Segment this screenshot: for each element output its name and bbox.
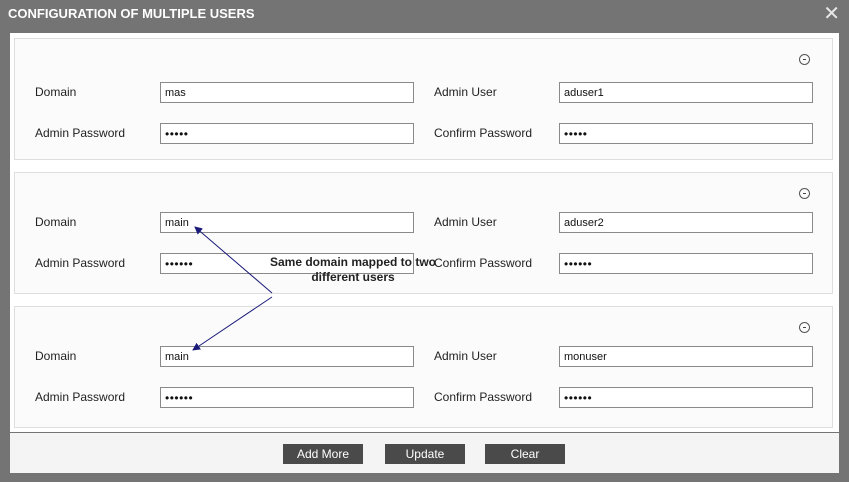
- close-icon[interactable]: ✕: [823, 3, 840, 25]
- admin-user-label: Admin User: [434, 215, 497, 229]
- domain-label: Domain: [35, 215, 77, 229]
- user-card-1: Domain Admin User Admin Password Confirm…: [14, 38, 833, 160]
- confirm-password-label: Confirm Password: [434, 126, 533, 140]
- admin-password-input[interactable]: [160, 387, 414, 408]
- minus-circle-icon[interactable]: [799, 54, 810, 65]
- update-button[interactable]: Update: [385, 444, 465, 464]
- domain-label: Domain: [35, 85, 77, 99]
- admin-password-label: Admin Password: [35, 390, 126, 404]
- annotation-note: Same domain mapped to two different user…: [269, 255, 437, 284]
- clear-button[interactable]: Clear: [485, 444, 565, 464]
- config-dialog: CONFIGURATION OF MULTIPLE USERS ✕ Domain…: [0, 0, 849, 482]
- user-card-3: Domain Admin User Admin Password Confirm…: [14, 306, 833, 428]
- confirm-password-label: Confirm Password: [434, 256, 533, 270]
- dialog-title: CONFIGURATION OF MULTIPLE USERS: [8, 6, 255, 21]
- admin-user-input[interactable]: [559, 82, 813, 103]
- admin-user-input[interactable]: [559, 212, 813, 233]
- domain-input[interactable]: [160, 212, 414, 233]
- admin-user-input[interactable]: [559, 346, 813, 367]
- confirm-password-input[interactable]: [559, 123, 813, 144]
- confirm-password-input[interactable]: [559, 387, 813, 408]
- minus-circle-icon[interactable]: [799, 188, 810, 199]
- admin-user-label: Admin User: [434, 349, 497, 363]
- dialog-footer: Add More Update Clear: [10, 433, 839, 473]
- domain-input[interactable]: [160, 82, 414, 103]
- admin-password-label: Admin Password: [35, 256, 126, 270]
- domain-label: Domain: [35, 349, 77, 363]
- admin-password-input[interactable]: [160, 123, 414, 144]
- admin-password-label: Admin Password: [35, 126, 126, 140]
- minus-circle-icon[interactable]: [799, 322, 810, 333]
- domain-input[interactable]: [160, 346, 414, 367]
- confirm-password-label: Confirm Password: [434, 390, 533, 404]
- add-more-button[interactable]: Add More: [283, 444, 363, 464]
- admin-user-label: Admin User: [434, 85, 497, 99]
- dialog-body: Domain Admin User Admin Password Confirm…: [10, 33, 839, 432]
- confirm-password-input[interactable]: [559, 253, 813, 274]
